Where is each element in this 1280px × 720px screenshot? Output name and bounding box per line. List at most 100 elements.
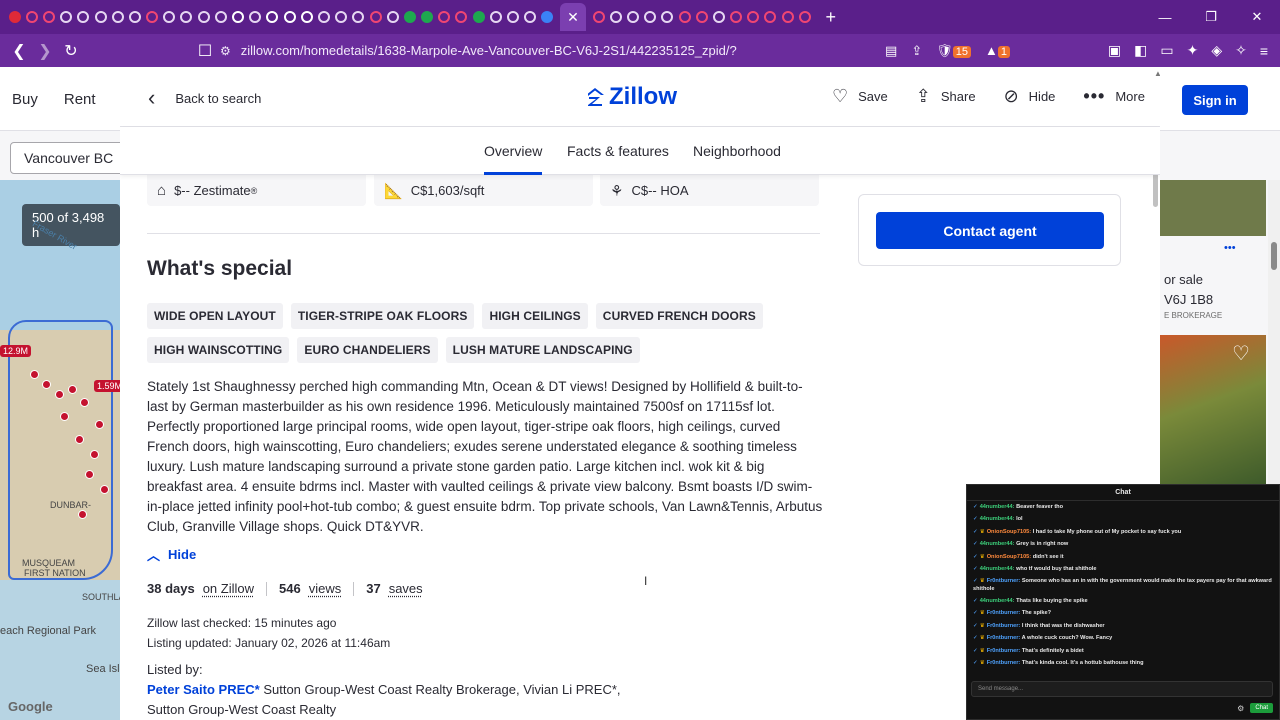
tab-icon[interactable] <box>661 11 674 23</box>
tab-facts-features[interactable]: Facts & features <box>567 143 669 159</box>
saves-label[interactable]: saves <box>389 581 423 596</box>
chat-username[interactable]: Fr0ntburner: <box>987 648 1022 654</box>
chat-username[interactable]: 44number44: <box>980 516 1016 522</box>
agent-name-link[interactable]: Peter Saito PREC* <box>147 682 260 697</box>
tab-icon[interactable] <box>524 11 537 23</box>
tab-icon[interactable] <box>695 11 708 23</box>
tab-icon[interactable] <box>438 11 451 23</box>
map-pin[interactable] <box>78 510 87 519</box>
days-on-zillow-label[interactable]: on Zillow <box>203 581 254 596</box>
chat-send-button[interactable]: Chat <box>1250 703 1273 713</box>
map-pin[interactable] <box>75 435 84 444</box>
map-pin[interactable] <box>30 370 39 379</box>
tab-icon[interactable] <box>747 11 760 23</box>
map-pin[interactable] <box>100 485 109 494</box>
map-pin[interactable] <box>85 470 94 479</box>
brave-shields-icon[interactable]: 🛡 15 <box>936 43 971 59</box>
zillow-logo[interactable]: Zillow <box>585 83 677 111</box>
tab-icon[interactable] <box>764 11 777 23</box>
tab-icon[interactable] <box>163 11 176 23</box>
back-arrow-icon[interactable]: ❮ <box>6 41 32 61</box>
forward-arrow-icon[interactable]: ❯ <box>32 41 58 61</box>
bg-scroll-thumb[interactable] <box>1271 242 1277 270</box>
bg-nav-buy[interactable]: Buy <box>12 91 38 108</box>
chat-username[interactable]: 44number44: <box>980 504 1016 510</box>
tab-icon[interactable] <box>541 11 554 23</box>
tab-icon[interactable] <box>352 11 365 23</box>
map-price-pin[interactable]: 12.9M <box>0 345 32 357</box>
gear-icon[interactable]: ⚙ <box>1237 704 1244 713</box>
chat-message-input[interactable]: Send message... <box>971 681 1273 697</box>
listing-photo[interactable]: ♡ <box>1160 335 1266 485</box>
map-pin[interactable] <box>60 412 69 421</box>
map-pin[interactable] <box>95 420 104 429</box>
map-pin[interactable] <box>68 385 77 394</box>
sidebar-icon[interactable]: ◧ <box>1134 42 1147 59</box>
tab-icon[interactable] <box>77 11 90 23</box>
map-pin[interactable] <box>55 390 64 399</box>
tab-youtube-icon[interactable] <box>8 11 21 23</box>
bg-nav-rent[interactable]: Rent <box>64 91 96 108</box>
tab-icon[interactable] <box>644 11 657 23</box>
share-url-icon[interactable]: ⇪ <box>911 43 922 59</box>
bookmark-icon[interactable]: ☐ <box>192 41 218 61</box>
tab-icon[interactable] <box>455 11 468 23</box>
minimize-icon[interactable]: — <box>1142 10 1188 25</box>
tab-icon[interactable] <box>146 11 159 23</box>
views-label[interactable]: views <box>309 581 342 596</box>
vpn-icon[interactable]: ◈ <box>1211 42 1222 59</box>
wallet-card-icon[interactable]: ▭ <box>1160 42 1173 59</box>
tab-icon[interactable] <box>42 11 55 23</box>
contact-agent-button[interactable]: Contact agent <box>876 212 1104 249</box>
tab-icon[interactable] <box>335 11 348 23</box>
hide-description-link[interactable]: ︿ Hide <box>147 545 196 564</box>
tab-icon[interactable] <box>214 11 227 23</box>
chat-username[interactable]: 44number44: <box>980 598 1016 604</box>
site-info-icon[interactable]: ⚙ <box>220 44 231 58</box>
chat-username[interactable]: 44number44: <box>980 541 1016 547</box>
scroll-up-icon[interactable]: ▲ <box>1154 69 1160 78</box>
brave-rewards-icon[interactable]: ▲ 1 <box>985 43 1010 59</box>
bg-sign-in-button[interactable]: Sign in <box>1182 85 1248 115</box>
chat-username[interactable]: Fr0ntburner: <box>987 610 1022 616</box>
reload-icon[interactable]: ↻ <box>58 41 84 61</box>
extension-icon[interactable]: ✧ <box>1235 42 1247 59</box>
tab-neighborhood[interactable]: Neighborhood <box>693 143 781 159</box>
bg-map[interactable]: 500 of 3,498 h Fraser River 12.9M 1.59M … <box>0 180 120 720</box>
tab-x-icon[interactable] <box>266 11 279 23</box>
tab-icon[interactable] <box>180 11 193 23</box>
address-bar[interactable]: ⚙ zillow.com/homedetails/1638-Marpole-Av… <box>220 38 1010 63</box>
tab-overview[interactable]: Overview <box>484 143 543 175</box>
tab-icon[interactable] <box>781 11 794 23</box>
new-tab-icon[interactable]: + <box>825 7 836 28</box>
tab-icon[interactable] <box>609 11 622 23</box>
leo-ai-icon[interactable]: ✦ <box>1187 42 1199 59</box>
bg-location-search[interactable]: Vancouver BC <box>10 142 130 174</box>
map-pin[interactable] <box>90 450 99 459</box>
tab-icon[interactable] <box>403 11 416 23</box>
url-text[interactable]: zillow.com/homedetails/1638-Marpole-Ave-… <box>241 43 737 58</box>
tab-icon[interactable] <box>798 11 811 23</box>
tab-icon[interactable] <box>60 11 73 23</box>
tab-icon[interactable] <box>678 11 691 23</box>
save-button[interactable]: ♡ Save <box>832 86 888 107</box>
tab-icon[interactable] <box>94 11 107 23</box>
tab-icon[interactable] <box>249 11 262 23</box>
tab-icon[interactable] <box>25 11 38 23</box>
tab-icon[interactable] <box>317 11 330 23</box>
tab-icon[interactable] <box>626 11 639 23</box>
tab-icon[interactable] <box>489 11 502 23</box>
tab-x-icon[interactable] <box>232 11 245 23</box>
close-window-icon[interactable]: ✕ <box>1234 9 1280 25</box>
tab-icon[interactable] <box>421 11 434 23</box>
reader-icon[interactable]: ▤ <box>885 43 897 59</box>
tab-icon[interactable] <box>592 11 605 23</box>
active-tab-close-icon[interactable]: ✕ <box>560 3 586 31</box>
tab-icon[interactable] <box>111 11 124 23</box>
hide-button[interactable]: ⊘ Hide <box>1004 86 1056 107</box>
menu-icon[interactable]: ≡ <box>1260 43 1268 59</box>
more-button[interactable]: ••• More <box>1083 86 1145 107</box>
map-pin[interactable] <box>42 380 51 389</box>
share-button[interactable]: ⇪ Share <box>916 86 976 107</box>
chat-username[interactable]: Fr0ntburner: <box>987 660 1022 666</box>
